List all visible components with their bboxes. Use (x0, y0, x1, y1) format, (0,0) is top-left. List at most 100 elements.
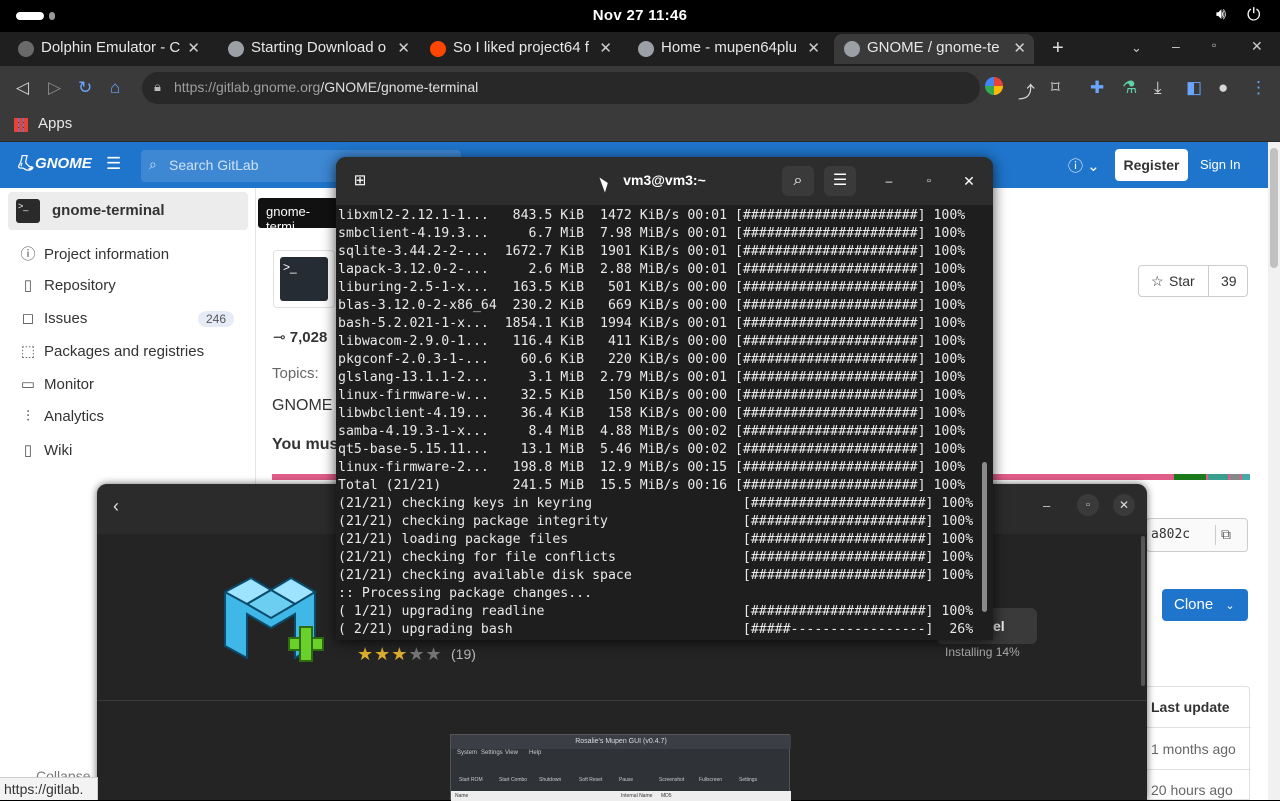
sidebar-item[interactable]: ▯ Wiki (20, 441, 240, 465)
forward-icon[interactable]: ▷ (48, 78, 61, 98)
project-header[interactable]: >_ gnome-terminal (8, 192, 248, 230)
clock[interactable]: Nov 27 11:46 (0, 7, 1280, 24)
sign-in-link[interactable]: Sign In (1200, 157, 1240, 172)
issues-icon: ◻ (21, 310, 35, 327)
screenshot-tool: Soft Reset (579, 777, 603, 783)
reload-icon[interactable]: ↻ (78, 78, 92, 98)
issues-count-badge: 246 (198, 311, 235, 327)
commits-count[interactable]: ⊸ 7,028 (273, 328, 327, 346)
sw-minimize-icon[interactable]: – (1043, 498, 1050, 513)
mupen-logo-icon (215, 562, 327, 678)
screenshot-tool: Pause (619, 777, 634, 783)
flask-icon[interactable]: ⚗ (1122, 78, 1137, 98)
sw-maximize-icon[interactable]: ▫ (1077, 494, 1099, 516)
menu-kebab-icon[interactable]: ⋮ (1250, 78, 1267, 98)
volume-icon[interactable]: 🔊︎ (1216, 6, 1226, 24)
commit-sha-box[interactable]: a802c ⧉ (1146, 518, 1248, 552)
screenshot-column: Name (455, 793, 469, 799)
topics-label: Topics: (272, 365, 319, 382)
close-window-icon[interactable]: ✕ (1251, 38, 1263, 55)
extension-icon[interactable]: ✚ (1090, 78, 1104, 98)
terminal-maximize-icon[interactable]: ▫ (913, 166, 945, 196)
minimize-icon[interactable]: – (1172, 38, 1180, 54)
clone-label: Clone (1174, 596, 1214, 613)
power-icon[interactable]: ⏻ (1247, 5, 1260, 25)
star-label: Star (1169, 273, 1195, 289)
screenshot-tool: Screenshot (659, 777, 685, 783)
terminal-search-icon[interactable]: ⌕ (782, 166, 814, 196)
sw-scrollbar[interactable] (1141, 536, 1145, 686)
profile-icon[interactable]: ● (1218, 78, 1228, 98)
back-icon[interactable]: ◁ (16, 78, 29, 98)
tab-favicon-icon (18, 41, 34, 57)
browser-tab[interactable]: Home - mupen64plu ✕ (628, 34, 828, 64)
hamburger-icon[interactable]: ☰ (106, 154, 121, 174)
gnome-logo[interactable]: 🦶︎GNOME (16, 154, 92, 172)
search-icon: ⌕ (149, 156, 157, 172)
terminal-menu-icon[interactable]: ☰ (824, 166, 856, 196)
chart-icon: ⫶ (26, 408, 30, 425)
app-screenshot[interactable]: Rosalie's Mupen GUI (v0.4.7) System Setti… (450, 734, 791, 801)
terminal-scrollbar[interactable] (982, 462, 987, 612)
sidebar-item[interactable]: ◻ Issues 246 (20, 309, 240, 333)
url-text[interactable]: https://gitlab.gnome.org/GNOME/gnome-ter… (174, 79, 478, 95)
chevron-down-icon: ⌄ (1225, 600, 1235, 612)
sidebar-item[interactable]: ▭ Monitor (20, 375, 240, 399)
clone-button[interactable]: Clone ⌄ (1162, 589, 1248, 621)
sidepanel-icon[interactable]: ◧ (1186, 78, 1202, 98)
page-scroll-thumb[interactable] (1270, 148, 1278, 268)
sidebar-item[interactable]: ⬚ Packages and registries (20, 342, 240, 366)
tab-close-icon[interactable]: ✕ (1013, 39, 1026, 57)
apps-grid-icon[interactable] (14, 118, 28, 132)
tab-title: Dolphin Emulator - C (41, 39, 181, 56)
project-avatar: >_ (16, 199, 40, 223)
tab-close-icon[interactable]: ✕ (599, 39, 612, 57)
browser-tab[interactable]: So I liked project64 f ✕ (420, 34, 620, 64)
sw-close-icon[interactable]: ✕ (1113, 494, 1135, 516)
sidebar-item[interactable]: ▯ Repository (20, 276, 240, 300)
google-icon[interactable] (985, 77, 1003, 95)
help-icon[interactable]: ⓘ ⌄ (1068, 155, 1100, 176)
tab-search-chevron-icon[interactable]: ⌄ (1131, 40, 1142, 56)
tab-favicon-icon (844, 41, 860, 57)
register-button[interactable]: Register (1115, 149, 1188, 181)
download-icon[interactable]: ⤓ (1154, 78, 1162, 98)
must-notice: You mus (272, 436, 339, 453)
address-bar[interactable]: 🔒︎ https://gitlab.gnome.org/GNOME/gnome-… (142, 72, 980, 104)
sidebar-item[interactable]: ⫶ Analytics (20, 408, 240, 432)
home-icon[interactable]: ⌂ (110, 78, 120, 98)
terminal-output[interactable]: libxml2-2.12.1-1... 843.5 KiB 1472 KiB/s… (338, 207, 978, 637)
terminal-close-icon[interactable]: ✕ (953, 166, 985, 196)
tab-close-icon[interactable]: ✕ (807, 39, 820, 57)
new-tab-button[interactable]: + (1052, 37, 1064, 60)
apps-bookmark[interactable]: Apps (38, 115, 72, 132)
star-count: 39 (1221, 273, 1237, 289)
browser-tab[interactable]: Starting Download o ✕ (218, 34, 418, 64)
gnome-logo-text: GNOME (35, 155, 92, 172)
tab-close-icon[interactable]: ✕ (187, 39, 200, 57)
terminal-window: ⊞ vm3@vm3:~ ⌕ ☰ – ▫ ✕ libxml2-2.12.1-1..… (336, 157, 993, 640)
star-button[interactable]: ☆ Star 39 (1138, 265, 1248, 297)
bookmark-icon[interactable]: ⌑ (1051, 78, 1060, 98)
project-tooltip: gnome-termi (258, 198, 340, 228)
table-row-update: 1 months ago (1151, 741, 1236, 757)
share-icon[interactable]: ⤴ (1018, 78, 1035, 103)
screenshot-menu: System (457, 750, 478, 756)
page-scrollbar[interactable] (1268, 142, 1280, 800)
package-icon: ⬚ (20, 343, 36, 360)
copy-icon[interactable]: ⧉ (1221, 526, 1231, 543)
back-arrow-icon[interactable]: ‹ (113, 496, 119, 517)
screenshot-tool: Fullscreen (699, 777, 723, 783)
sidebar-item-label: Wiki (44, 442, 73, 459)
browser-tab[interactable]: Dolphin Emulator - C ✕ (8, 34, 208, 64)
gnome-topic-tag[interactable]: GNOME (272, 397, 332, 415)
tab-close-icon[interactable]: ✕ (397, 39, 410, 57)
sidebar-item-label: Repository (44, 277, 116, 294)
maximize-icon[interactable]: ▫ (1212, 38, 1216, 52)
terminal-minimize-icon[interactable]: – (873, 166, 905, 196)
commit-sha: a802c (1151, 527, 1191, 542)
install-progress: Installing 14% (945, 645, 1020, 659)
sidebar-item[interactable]: ⓘ Project information (20, 243, 240, 267)
browser-tab[interactable]: GNOME / gnome-te ✕ (834, 34, 1034, 64)
sidebar-item-label: Project information (44, 246, 170, 263)
